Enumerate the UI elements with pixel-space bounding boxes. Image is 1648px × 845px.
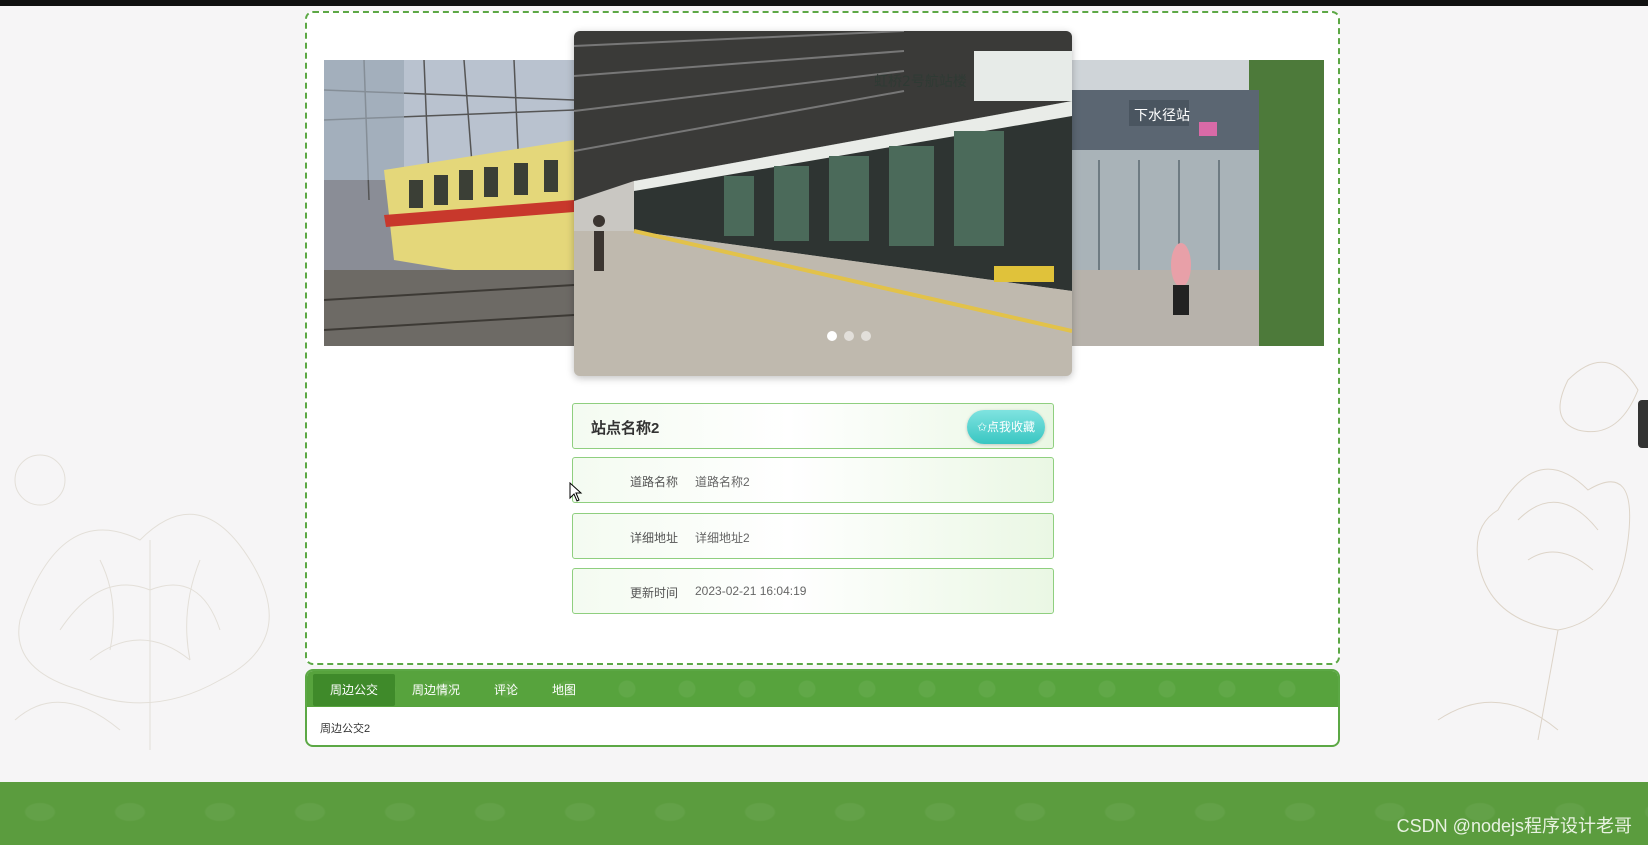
carousel-slide-next[interactable]: 下水径站 (1069, 60, 1324, 346)
field-value: 道路名称2 (695, 475, 750, 489)
field-value: 2023-02-21 16:04:19 (695, 584, 807, 598)
platform-sign-text: 虹桥2号航站楼 (874, 74, 967, 90)
field-value: 详细地址2 (695, 531, 750, 545)
carousel-dot-3[interactable] (861, 331, 871, 341)
tab-content: 周边公交2 (320, 723, 371, 735)
top-strip (0, 0, 1648, 6)
field-label: 更新时间 (629, 586, 678, 600)
tab-bar: 周边公交 周边情况 评论 地图 (307, 671, 1338, 707)
field-label: 详细地址 (629, 531, 678, 545)
station-name: 站点名称2 (591, 420, 660, 437)
carousel-slide-active[interactable]: 虹桥2号航站楼 (574, 31, 1072, 376)
carousel-dot-1[interactable] (827, 331, 837, 341)
tab-nearby-bus[interactable]: 周边公交 (313, 674, 396, 706)
station-detail-panel: 下水径站 虹桥2号航站楼 站点名称2 ✩点我收藏 道路名称 道路名称2 详细地址… (305, 11, 1340, 665)
tabs-panel: 周边公交 周边情况 评论 地图 周边公交2 (305, 669, 1340, 747)
lotus-decoration-left (14, 454, 270, 750)
station-sign-text: 下水径站 (1134, 108, 1190, 124)
field-update-time: 更新时间 2023-02-21 16:04:19 (572, 568, 1054, 614)
tab-comments[interactable]: 评论 (477, 674, 535, 706)
carousel-slide-prev[interactable] (324, 60, 574, 346)
favorite-button[interactable]: ✩点我收藏 (967, 410, 1045, 444)
field-label: 道路名称 (629, 475, 678, 489)
carousel-indicators (827, 331, 871, 341)
image-carousel[interactable]: 下水径站 虹桥2号航站楼 (307, 13, 1338, 393)
station-title-row: 站点名称2 ✩点我收藏 (572, 403, 1054, 449)
tab-surroundings[interactable]: 周边情况 (395, 674, 477, 706)
field-road-name: 道路名称 道路名称2 (572, 457, 1054, 503)
field-address: 详细地址 详细地址2 (572, 513, 1054, 559)
watermark: CSDN @nodejs程序设计老哥 (1396, 816, 1632, 836)
carousel-dot-2[interactable] (844, 331, 854, 341)
tab-map[interactable]: 地图 (535, 674, 593, 706)
side-drawer-handle[interactable] (1638, 400, 1648, 448)
lotus-decoration-right (1437, 361, 1639, 740)
mouse-cursor-icon (569, 482, 583, 502)
